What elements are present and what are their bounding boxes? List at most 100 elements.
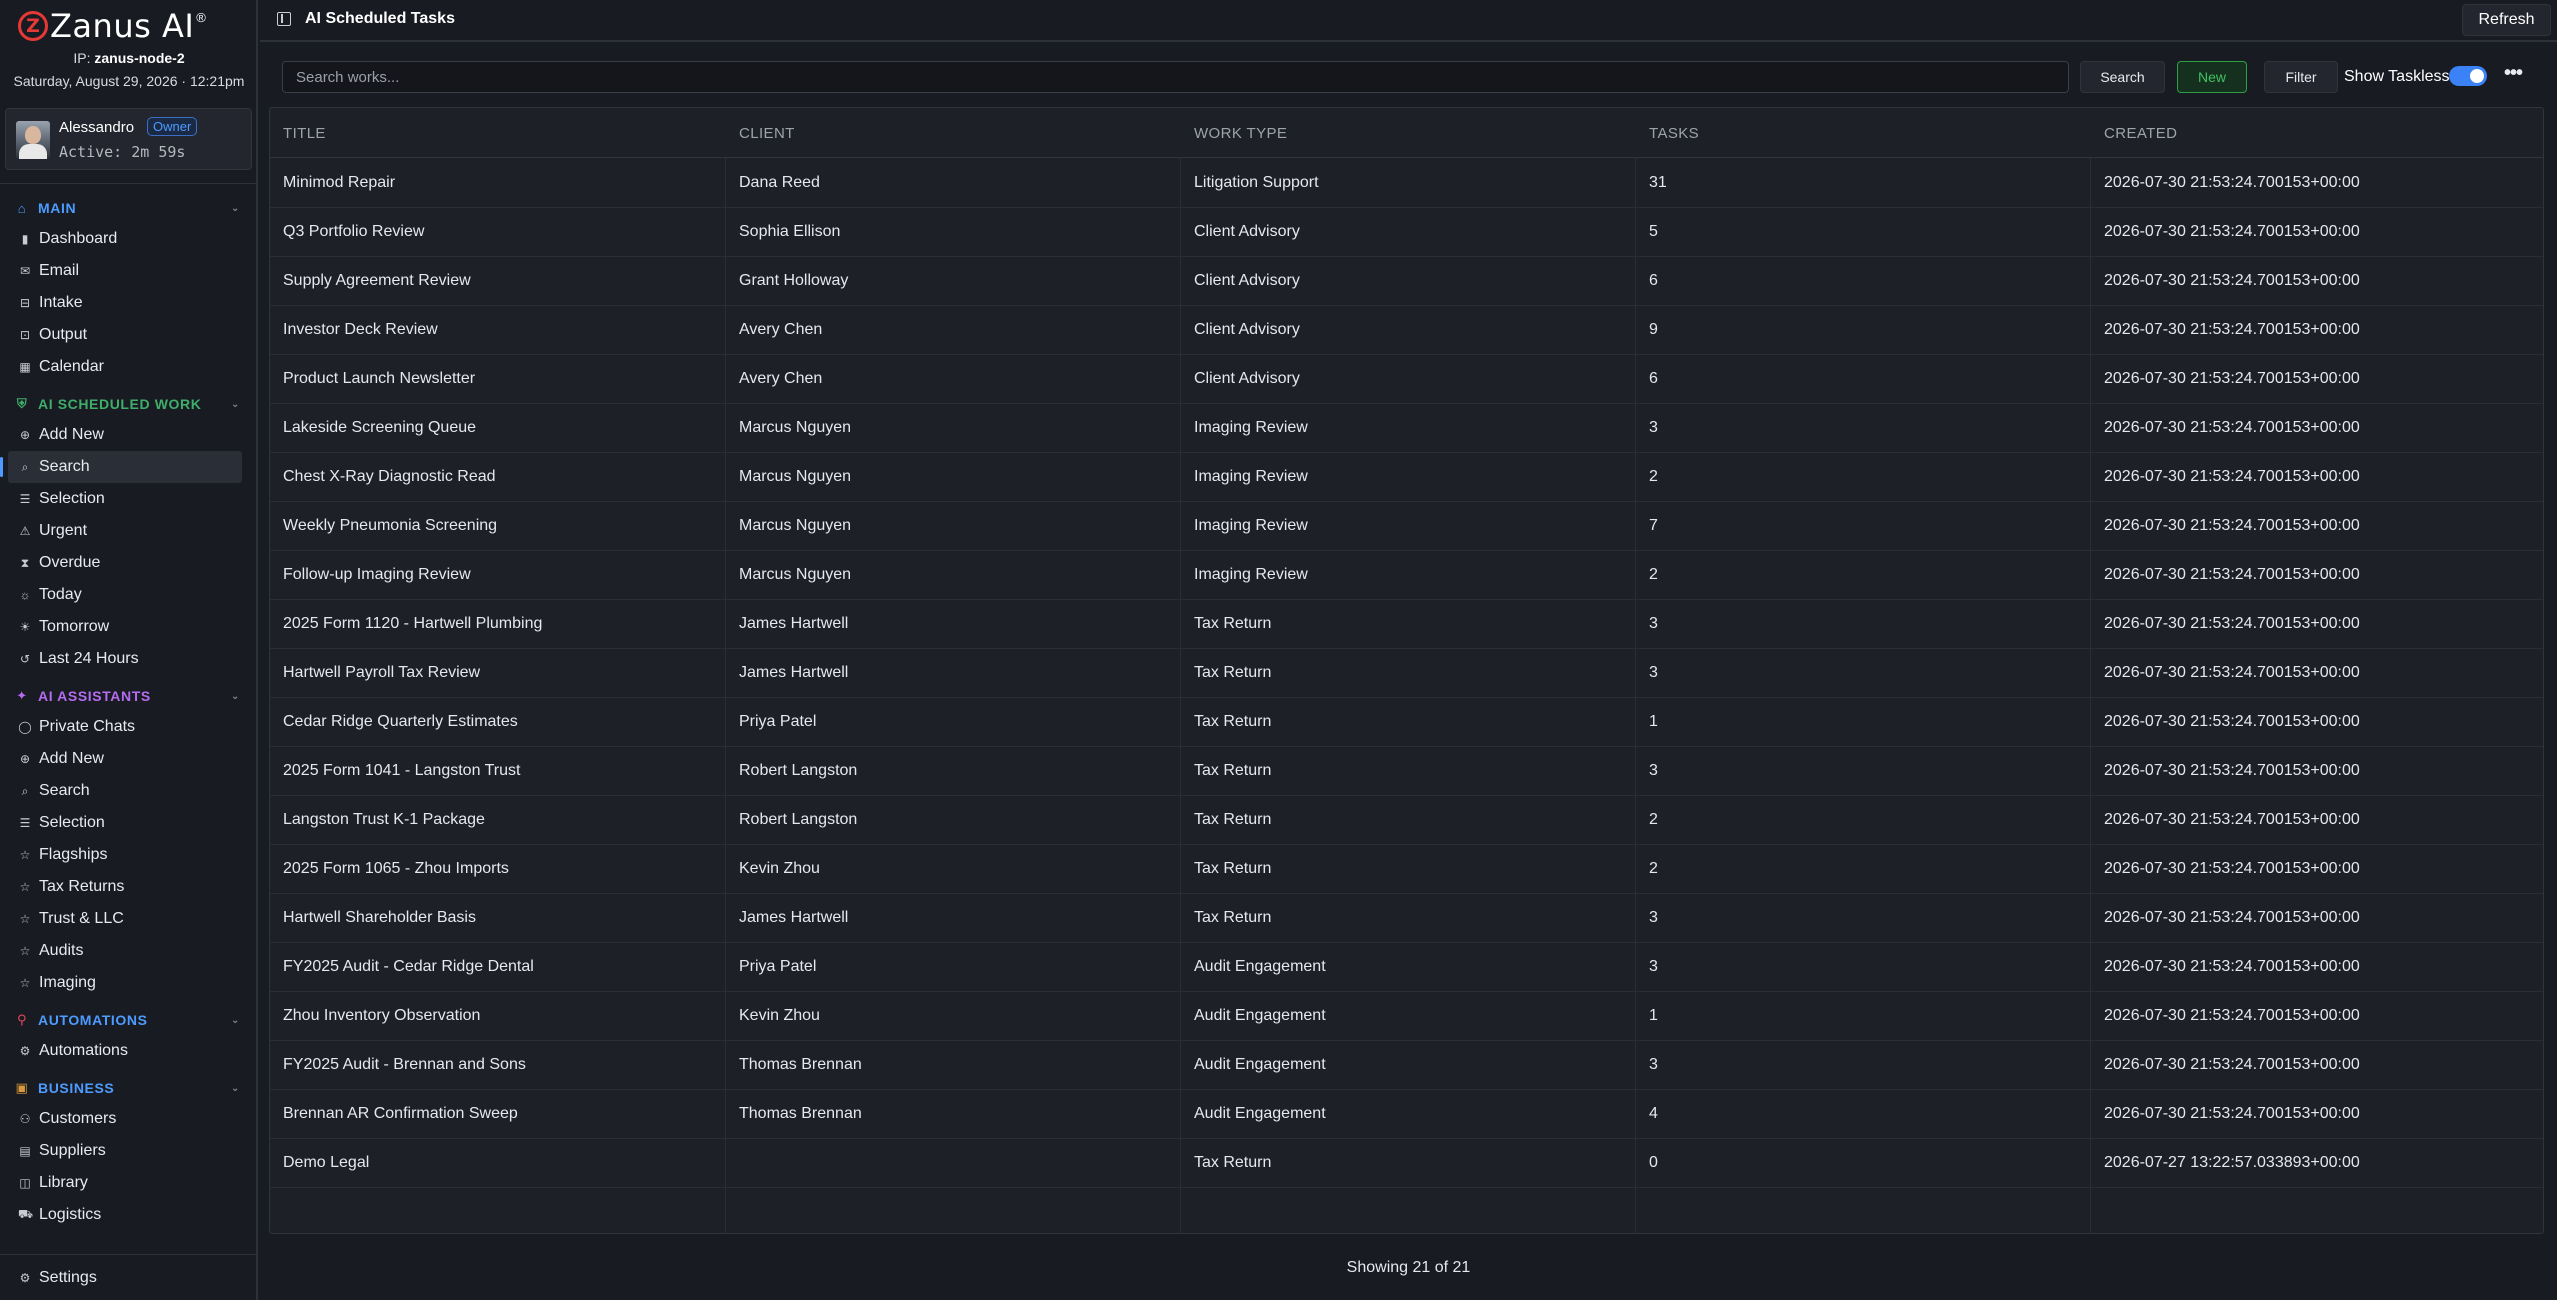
cell-tasks: 7 — [1649, 517, 1658, 534]
search-button[interactable]: Search — [2080, 61, 2165, 93]
cell-tasks: 3 — [1649, 664, 1658, 681]
cell-client: Priya Patel — [739, 713, 817, 730]
sidebar-toggle-icon[interactable] — [277, 12, 291, 26]
table-row[interactable]: FY2025 Audit - Brennan and Sons Thomas Br… — [270, 1041, 2543, 1090]
column-header-work-type[interactable]: WORK TYPE — [1194, 125, 1287, 142]
table-row[interactable]: Follow-up Imaging Review Marcus Nguyen Ima… — [270, 551, 2543, 600]
sidebar-item-audits[interactable]: ☆ Audits — [0, 935, 256, 967]
table-row[interactable]: 2025 Form 1120 - Hartwell Plumbing James … — [270, 600, 2543, 649]
sidebar-item-label: Customers — [39, 1110, 117, 1127]
section-header-ai-scheduled-work[interactable]: ⛨ AI SCHEDULED WORK ⌄ — [0, 389, 256, 419]
sidebar-item-label: Library — [39, 1174, 88, 1191]
sidebar-item-label: Imaging — [39, 974, 96, 991]
user-card[interactable]: Alessandro Owner Active: 2m 59s — [5, 108, 252, 170]
sidebar-item-calendar[interactable]: ▦ Calendar — [0, 351, 256, 383]
column-header-client[interactable]: CLIENT — [739, 125, 795, 142]
refresh-button[interactable]: Refresh — [2462, 4, 2551, 36]
sidebar-item-selection[interactable]: ☰ Selection — [0, 807, 256, 839]
sidebar-item-dashboard[interactable]: ▮ Dashboard — [0, 223, 256, 255]
cell-work-type: Client Advisory — [1194, 321, 1300, 338]
results-count: Showing 21 of 21 — [1346, 1259, 1471, 1276]
sidebar-item-flagships[interactable]: ☆ Flagships — [0, 839, 256, 871]
sidebar-item-suppliers[interactable]: ▤ Suppliers — [0, 1135, 256, 1167]
cell-work-type: Audit Engagement — [1194, 1056, 1326, 1073]
cell-tasks: 2 — [1649, 811, 1658, 828]
cell-tasks: 6 — [1649, 370, 1658, 387]
sidebar-item-settings[interactable]: ⚙ Settings — [0, 1262, 256, 1294]
table-row[interactable]: Q3 Portfolio Review Sophia Ellison Client … — [270, 208, 2543, 257]
cell-title: FY2025 Audit - Brennan and Sons — [283, 1056, 526, 1073]
column-divider — [2090, 158, 2091, 1234]
cell-title: Hartwell Shareholder Basis — [283, 909, 476, 926]
show-taskless-label: Show Taskless — [2344, 68, 2450, 85]
section-header-automations[interactable]: ⚲ AUTOMATIONS ⌄ — [0, 1005, 256, 1035]
table-row[interactable]: Brennan AR Confirmation Sweep Thomas Bren… — [270, 1090, 2543, 1139]
more-options-icon[interactable]: ••• — [2499, 63, 2527, 89]
node-ip-label: IP: — [73, 50, 91, 66]
show-taskless-toggle[interactable] — [2449, 66, 2487, 86]
sidebar-item-library[interactable]: ◫ Library — [0, 1167, 256, 1199]
sidebar-item-automations[interactable]: ⚙ Automations — [0, 1035, 256, 1067]
table-row[interactable]: Product Launch Newsletter Avery Chen Clien… — [270, 355, 2543, 404]
cell-created: 2026-07-30 21:53:24.700153+00:00 — [2104, 468, 2360, 485]
table-row[interactable]: Weekly Pneumonia Screening Marcus Nguyen I… — [270, 502, 2543, 551]
sidebar-item-selection[interactable]: ☰ Selection — [0, 483, 256, 515]
cell-title: Lakeside Screening Queue — [283, 419, 477, 436]
sidebar-item-intake[interactable]: ⊟ Intake — [0, 287, 256, 319]
brand[interactable]: Z Zanus AI ® — [18, 6, 206, 46]
sidebar-item-urgent[interactable]: ⚠ Urgent — [0, 515, 256, 547]
table-row[interactable]: Zhou Inventory Observation Kevin Zhou Audi… — [270, 992, 2543, 1041]
sidebar-item-today[interactable]: ☼ Today — [0, 579, 256, 611]
table-row[interactable]: Investor Deck Review Avery Chen Client Adv… — [270, 306, 2543, 355]
table-row[interactable]: Minimod Repair Dana Reed Litigation Suppor… — [270, 159, 2543, 208]
cell-tasks: 3 — [1649, 762, 1658, 779]
section-header-ai-assistants[interactable]: ✦ AI ASSISTANTS ⌄ — [0, 681, 256, 711]
section-header-main[interactable]: ⌂ MAIN ⌄ — [0, 193, 256, 223]
table-row[interactable]: Lakeside Screening Queue Marcus Nguyen Ima… — [270, 404, 2543, 453]
cell-title: Demo Legal — [283, 1154, 370, 1171]
cell-client: Grant Holloway — [739, 272, 849, 289]
cell-title: Brennan AR Confirmation Sweep — [283, 1105, 518, 1122]
sidebar-item-label: Add New — [39, 750, 104, 767]
sidebar-item-search[interactable]: ⌕ Search — [0, 775, 256, 807]
calendar-icon: ▦ — [19, 360, 31, 374]
sidebar-item-customers[interactable]: ⚇ Customers — [0, 1103, 256, 1135]
column-header-tasks[interactable]: TASKS — [1649, 125, 1699, 142]
sidebar-item-imaging[interactable]: ☆ Imaging — [0, 967, 256, 999]
table-row[interactable]: Langston Trust K-1 Package Robert Langsto… — [270, 796, 2543, 845]
sidebar-item-last-24-hours[interactable]: ↺ Last 24 Hours — [0, 643, 256, 675]
search-input[interactable] — [282, 61, 2069, 93]
cell-client: Thomas Brennan — [739, 1056, 862, 1073]
table-row[interactable]: Hartwell Payroll Tax Review James Hartwel… — [270, 649, 2543, 698]
table-row[interactable]: Supply Agreement Review Grant Holloway Cli… — [270, 257, 2543, 306]
table-row[interactable]: 2025 Form 1065 - Zhou Imports Kevin Zhou T… — [270, 845, 2543, 894]
cell-work-type: Imaging Review — [1194, 419, 1308, 436]
table-row[interactable]: Chest X-Ray Diagnostic Read Marcus Nguyen… — [270, 453, 2543, 502]
sidebar-item-logistics[interactable]: ⛟ Logistics — [0, 1199, 256, 1231]
sidebar-item-tax-returns[interactable]: ☆ Tax Returns — [0, 871, 256, 903]
sidebar-item-add-new[interactable]: ⊕ Add New — [0, 419, 256, 451]
table-row[interactable]: Hartwell Shareholder Basis James Hartwell… — [270, 894, 2543, 943]
section-header-business[interactable]: ▣ BUSINESS ⌄ — [0, 1073, 256, 1103]
table-row[interactable]: FY2025 Audit - Cedar Ridge Dental Priya P… — [270, 943, 2543, 992]
filter-button[interactable]: Filter — [2264, 61, 2338, 93]
sidebar-item-output[interactable]: ⊡ Output — [0, 319, 256, 351]
sidebar-item-search[interactable]: ⌕ Search — [0, 451, 242, 483]
table-row[interactable]: 2025 Form 1041 - Langston Trust Robert La… — [270, 747, 2543, 796]
table-row[interactable]: Cedar Ridge Quarterly Estimates Priya Pat… — [270, 698, 2543, 747]
new-button[interactable]: New — [2177, 61, 2247, 93]
table-row[interactable]: Demo Legal Tax Return 0 2026-07-27 13:22:57… — [270, 1139, 2543, 1188]
sidebar-item-email[interactable]: ✉ Email — [0, 255, 256, 287]
column-header-title[interactable]: TITLE — [283, 125, 326, 142]
section-title: MAIN — [38, 200, 77, 216]
column-header-created[interactable]: CREATED — [2104, 125, 2177, 142]
sidebar-item-trust-llc[interactable]: ☆ Trust & LLC — [0, 903, 256, 935]
sidebar-item-add-new[interactable]: ⊕ Add New — [0, 743, 256, 775]
sidebar-item-tomorrow[interactable]: ☀ Tomorrow — [0, 611, 256, 643]
sidebar-item-private-chats[interactable]: ◯ Private Chats — [0, 711, 256, 743]
cell-client: Thomas Brennan — [739, 1105, 862, 1122]
cell-created: 2026-07-27 13:22:57.033893+00:00 — [2104, 1154, 2360, 1171]
cell-title: Q3 Portfolio Review — [283, 223, 425, 240]
toggle-knob — [2470, 69, 2484, 83]
sidebar-item-overdue[interactable]: ⧗ Overdue — [0, 547, 256, 579]
